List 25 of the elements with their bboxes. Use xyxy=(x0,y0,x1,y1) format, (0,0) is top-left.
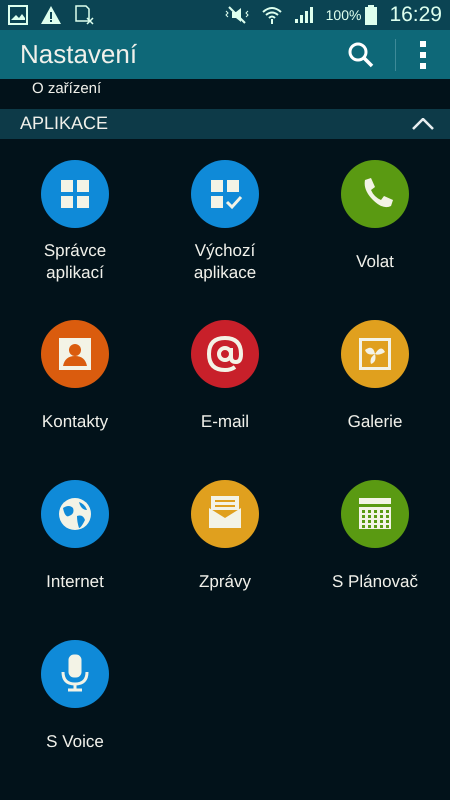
app-shortcut[interactable]: Kontakty xyxy=(0,320,150,480)
more-icon xyxy=(420,40,426,69)
battery-icon xyxy=(365,5,378,25)
warning-icon xyxy=(40,5,62,25)
chevron-up-icon xyxy=(412,118,434,130)
battery-percentage: 100% xyxy=(326,6,362,24)
app-shortcut[interactable]: Internet xyxy=(0,480,150,640)
app-shortcut[interactable]: Správce aplikací xyxy=(0,160,150,320)
app-shortcut[interactable]: Výchozí aplikace xyxy=(150,160,300,320)
section-header[interactable]: APLIKACE xyxy=(0,108,450,139)
app-bar-title: Nastavení xyxy=(20,38,138,72)
signal-icon xyxy=(294,6,314,24)
sim-card-icon xyxy=(74,5,94,25)
clock: 16:29 xyxy=(389,2,442,28)
image-icon xyxy=(8,5,28,25)
mute-icon xyxy=(224,6,250,24)
app-shortcut[interactable]: S Voice xyxy=(0,640,150,800)
app-shortcut[interactable]: E-mail xyxy=(150,320,300,480)
app-shortcut[interactable]: Galerie xyxy=(300,320,450,480)
wifi-icon xyxy=(262,5,282,25)
app-shortcut[interactable]: Zprávy xyxy=(150,480,300,640)
app-shortcut[interactable]: S Plánovač xyxy=(300,480,450,640)
settings-item[interactable]: O zařízení xyxy=(32,80,102,98)
search-icon xyxy=(347,40,375,69)
app-shortcut[interactable]: Volat xyxy=(300,160,450,320)
